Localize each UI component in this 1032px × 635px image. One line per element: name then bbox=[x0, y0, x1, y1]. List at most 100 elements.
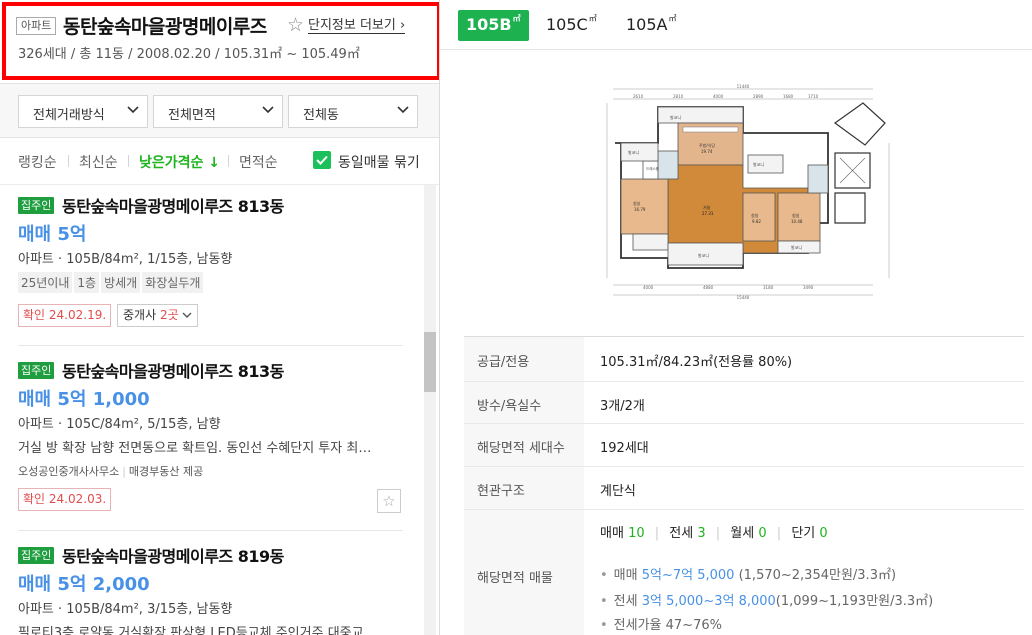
listing-tag: 1층 bbox=[74, 272, 100, 293]
jeonse-ratio-value: 전세가율 47~76% bbox=[613, 618, 722, 633]
chevron-down-icon bbox=[397, 106, 409, 114]
scrollbar[interactable] bbox=[424, 185, 436, 635]
count-jeonse[interactable]: 3 bbox=[697, 526, 705, 541]
listing-counts: 매매 10 | 전세 3 | 월세 0 | 단기 0 bbox=[600, 526, 828, 541]
room-area: 10.48 bbox=[791, 219, 803, 224]
info-label: 해당면적 매물 bbox=[464, 510, 584, 635]
star-icon[interactable]: ☆ bbox=[287, 14, 304, 36]
tab-unit: ㎡ bbox=[588, 14, 597, 23]
dimension-label: 1680 bbox=[783, 94, 794, 99]
complex-summary: 326세대 / 총 11동 / 2008.02.20 / 105.31㎡ ~ 1… bbox=[18, 47, 360, 62]
listing-tag: 25년이내 bbox=[18, 272, 73, 293]
check-icon bbox=[316, 155, 328, 165]
dimension-label: 4880 bbox=[703, 285, 714, 290]
listing-tags: 25년이내 1층 방세개 화장실두개 bbox=[18, 272, 205, 293]
sort-ranking[interactable]: 랭킹순 bbox=[18, 152, 57, 172]
room-label: 침실 bbox=[633, 200, 641, 206]
info-row-listings: 해당면적 매물 매매 10 | 전세 3 | 월세 0 | 단기 0 • 매매 5… bbox=[464, 510, 1024, 635]
listing-description: 거실 방 확장 남향 전면동으로 확트임. 동인선 수혜단지 투자 최… bbox=[18, 441, 372, 456]
dimension-label: 3180 bbox=[763, 285, 774, 290]
merge-same-listings-checkbox[interactable] bbox=[313, 151, 331, 169]
sale-price-range: • 매매 5억~7억 5,000 (1,570~2,354만원/3.3㎡) bbox=[600, 568, 897, 583]
broker-count-button[interactable]: 중개사 2곳 bbox=[117, 304, 199, 327]
listing-title[interactable]: 동탄숲속마을광명메이루즈 819동 bbox=[62, 543, 284, 567]
broker-label: 중개사 bbox=[123, 308, 157, 322]
area-detail-panel: 105B㎡ 105C㎡ 105A㎡ 11440 2610 2810 4000 2… bbox=[440, 0, 1032, 635]
broker-count: 2곳 bbox=[159, 308, 179, 322]
chevron-down-icon bbox=[262, 106, 274, 114]
confirm-date-badge: 확인 24.02.03. bbox=[18, 488, 112, 511]
sort-latest[interactable]: 최신순 bbox=[79, 152, 118, 172]
favorite-button[interactable]: ☆ bbox=[377, 489, 401, 513]
jeonse-range: 3억 5,000~3억 8,000 bbox=[641, 594, 776, 609]
building-dropdown-label: 전체동 bbox=[303, 108, 339, 123]
listing-card[interactable]: 집주인 동탄숲속마을광명메이루즈 813동 매매 5억 1,000 아파트 · … bbox=[0, 350, 420, 520]
owner-badge: 집주인 bbox=[18, 362, 55, 379]
count-short[interactable]: 0 bbox=[819, 526, 827, 541]
complex-info-more-link[interactable]: 단지정보 더보기 › bbox=[308, 18, 406, 34]
complex-name: 동탄숲속마을광명메이루즈 bbox=[63, 16, 267, 38]
room-label: 발코니 bbox=[791, 244, 802, 250]
dimension-label: 4000 bbox=[713, 94, 724, 99]
dimension-label: 2810 bbox=[673, 94, 684, 99]
sort-area[interactable]: 면적순 bbox=[239, 152, 278, 172]
sort-bar: 랭킹순 최신순 낮은가격순 ↓ 면적순 동일매물 묶기 bbox=[0, 139, 439, 185]
dimension-label: 4000 bbox=[643, 285, 654, 290]
listing-price: 매매 5억 bbox=[18, 224, 87, 245]
area-dropdown[interactable]: 전체면적 bbox=[153, 95, 283, 128]
scroll-thumb[interactable] bbox=[424, 332, 436, 392]
jeonse-price-range: • 전세 3억 5,000~3억 8,000(1,099~1,193만원/3.3㎡… bbox=[600, 594, 934, 609]
info-label: 공급/전용 bbox=[464, 337, 584, 381]
room-area: 16.79 bbox=[634, 207, 646, 212]
listing-tag: 화장실두개 bbox=[142, 272, 204, 293]
tab-unit: ㎡ bbox=[512, 14, 521, 23]
star-icon: ☆ bbox=[382, 492, 396, 510]
count-sale[interactable]: 10 bbox=[628, 526, 645, 541]
jeonse-label: 전세 bbox=[613, 594, 638, 609]
listing-price: 매매 5억 1,000 bbox=[18, 389, 150, 410]
dimension-label: 3490 bbox=[803, 285, 814, 290]
chevron-down-icon bbox=[127, 106, 139, 114]
agent-name[interactable]: 오성공인중개사사무소 bbox=[18, 465, 119, 478]
info-value: 192세대 bbox=[600, 441, 649, 456]
trade-type-dropdown[interactable]: 전체거래방식 bbox=[18, 95, 148, 128]
tab-105a[interactable]: 105A㎡ bbox=[618, 10, 684, 41]
tab-label: 105C bbox=[546, 15, 588, 34]
tab-label: 105B bbox=[466, 15, 512, 34]
floor-plan-image[interactable]: 11440 2610 2810 4000 2890 1680 1710 4000… bbox=[603, 83, 893, 301]
sort-divider bbox=[228, 155, 229, 167]
building-dropdown[interactable]: 전체동 bbox=[288, 95, 418, 128]
listing-title[interactable]: 동탄숲속마을광명메이루즈 813동 bbox=[62, 193, 284, 217]
listing-title[interactable]: 동탄숲속마을광명메이루즈 813동 bbox=[62, 358, 284, 382]
owner-badge: 집주인 bbox=[18, 197, 55, 214]
room-area: 9.82 bbox=[752, 219, 761, 224]
listing-divider bbox=[18, 530, 403, 531]
info-value: 계단식 bbox=[600, 484, 636, 499]
info-label: 해당면적 세대수 bbox=[464, 424, 584, 466]
dimension-label: 2610 bbox=[633, 94, 644, 99]
dimension-label: 11440 bbox=[737, 84, 750, 89]
room-label: 발코니 bbox=[628, 149, 639, 155]
tab-unit: ㎡ bbox=[668, 14, 677, 23]
room-label: 드레스룸 bbox=[646, 166, 660, 171]
info-label: 현관구조 bbox=[464, 467, 584, 509]
area-dropdown-label: 전체면적 bbox=[168, 108, 216, 123]
tab-105b[interactable]: 105B㎡ bbox=[458, 10, 529, 41]
listing-spec: 아파트 · 105B/84m², 3/15층, 남동향 bbox=[18, 602, 233, 617]
merge-same-listings-label[interactable]: 동일매물 묶기 bbox=[338, 152, 420, 172]
listing-card[interactable]: 집주인 동탄숲속마을광명메이루즈 813동 매매 5억 아파트 · 105B/8… bbox=[0, 185, 420, 341]
listing-list: 집주인 동탄숲속마을광명메이루즈 813동 매매 5억 아파트 · 105B/8… bbox=[0, 185, 439, 635]
jeonse-ratio: • 전세가율 47~76% bbox=[600, 618, 722, 633]
tab-105c[interactable]: 105C㎡ bbox=[538, 10, 605, 41]
room-label: 침실 bbox=[792, 212, 800, 218]
area-tabs: 105B㎡ 105C㎡ 105A㎡ bbox=[440, 0, 1032, 50]
room-label: 침실 bbox=[751, 212, 759, 218]
sort-lowest-price[interactable]: 낮은가격순 ↓ bbox=[139, 152, 220, 172]
info-row-entrance: 현관구조 계단식 bbox=[464, 467, 1024, 510]
count-monthly[interactable]: 0 bbox=[758, 526, 766, 541]
sort-divider bbox=[68, 155, 69, 167]
listing-card[interactable]: 집주인 동탄숲속마을광명메이루즈 819동 매매 5억 2,000 아파트 · … bbox=[0, 535, 420, 635]
listing-spec: 아파트 · 105C/84m², 5/15층, 남향 bbox=[18, 417, 221, 432]
listing-panel: 아파트 동탄숲속마을광명메이루즈 ☆ 단지정보 더보기 › 326세대 / 총 … bbox=[0, 0, 440, 635]
filter-bar: 전체거래방식 전체면적 전체동 bbox=[0, 84, 439, 138]
